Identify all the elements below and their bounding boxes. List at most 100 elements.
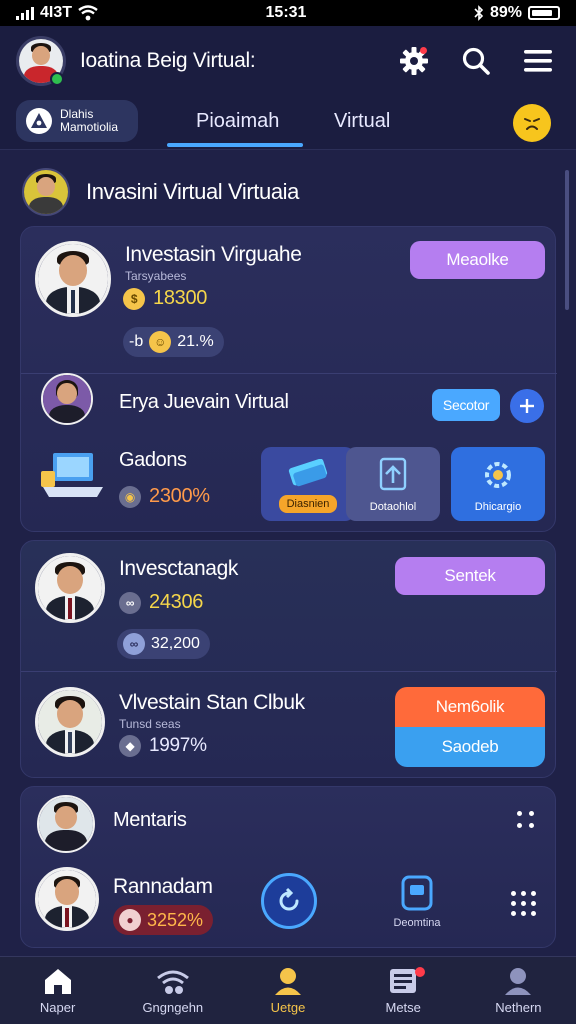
sector-button[interactable]: Secotor (432, 389, 500, 421)
investor-3-value: 1997% (149, 735, 207, 756)
documents-action[interactable]: Deomtina (387, 873, 447, 937)
nav-profile-label: Nethern (495, 1000, 542, 1015)
gadget-label: Gadons (119, 449, 187, 471)
nav-user-label: Uetge (270, 1000, 306, 1015)
nav-user[interactable]: Uetge (230, 957, 345, 1024)
tile-diasnien[interactable]: Diasnien (261, 447, 355, 521)
gadget-illustration (39, 447, 107, 503)
settings-button[interactable] (392, 39, 436, 83)
card-divider-2 (21, 671, 557, 672)
smile-coin-icon: ☺ (149, 331, 172, 353)
nav-home-label: Naper (39, 1000, 76, 1015)
tile-label-3: Dhicargio (474, 501, 522, 513)
nav-news-label: Metse (385, 1000, 421, 1015)
bottom-navigation: Naper Gngngehn Uetge Metse Nethern (0, 956, 576, 1024)
tile-dotaohlol[interactable]: Dotaohlol (346, 447, 440, 521)
mentee-value: 3252% (147, 909, 204, 930)
tile-dhicargio[interactable]: Dhicargio (451, 447, 545, 521)
investor-3-subtitle: Tunsd seas (119, 717, 181, 731)
tabs-row: Dlahis Mamotiolia Pioaimah Virtual (0, 96, 576, 150)
person-icon (505, 968, 532, 995)
investor-avatar (35, 241, 111, 317)
account-switcher[interactable]: Dlahis Mamotiolia (16, 100, 138, 142)
change-chip: -b ☺ 21.% (123, 327, 224, 357)
battery-icon (528, 6, 560, 20)
chip-value: 21.% (177, 333, 214, 350)
section-avatar (22, 168, 70, 216)
nembolik-button[interactable]: Nem6olik (395, 687, 545, 727)
sentek-button[interactable]: Sentek (395, 557, 545, 595)
chip-prefix: -b (129, 333, 144, 350)
balance-value: 18300 (153, 287, 208, 309)
mood-button[interactable] (513, 104, 551, 142)
nav-signal-label: Gngngehn (142, 1000, 204, 1015)
investor-2-chip: ∞ 32,200 (117, 629, 210, 659)
nav-home[interactable]: Naper (0, 957, 115, 1024)
app-header: Ioatina Beig Virtual: (0, 26, 576, 96)
sub-investor-name: Erya Juevain Virtual (119, 391, 289, 413)
primary-action-button[interactable]: Meaolke (410, 241, 545, 279)
app-title: Ioatina Beig Virtual: (80, 49, 256, 72)
menu-button[interactable] (516, 39, 560, 83)
carrier-label: 4I3T (40, 4, 73, 21)
mentee-value-chip: ● 3252% (113, 905, 214, 935)
nav-profile[interactable]: Nethern (461, 957, 576, 1024)
refresh-icon (279, 887, 299, 911)
investor-3-amount: ◆ 1997% (119, 735, 207, 757)
coin-icon: $ (123, 287, 145, 310)
investment-card-b: Invesctanagk ∞ 24306 ∞ 32,200 Sentek Vlv… (20, 540, 557, 778)
hamburger-menu-icon (524, 50, 552, 72)
link-coin-icon: ∞ (119, 591, 141, 614)
refresh-button[interactable] (261, 873, 317, 929)
investor-subtitle: Tarsyabees (125, 269, 187, 283)
investor-name: Investasin Virguahe (125, 243, 302, 266)
flame-coin-icon: ● (119, 909, 141, 931)
gadget-amount: ◉ 2300% (119, 485, 210, 508)
tile-label-2: Dotaohlol (369, 501, 417, 513)
section-header: Invasini Virtual Virtuaia (22, 164, 556, 220)
wifi-icon (156, 970, 189, 994)
gear-setting-icon (485, 462, 511, 488)
investor-2-avatar (35, 553, 105, 623)
battery-percent: 89% (489, 4, 522, 21)
investor-2-chip-value: 32,200 (151, 635, 200, 652)
nav-news[interactable]: Metse (346, 957, 461, 1024)
plus-icon (520, 399, 534, 413)
nav-signal[interactable]: Gngngehn (115, 957, 230, 1024)
status-bar: 4I3T 15:31 89% (0, 0, 576, 26)
balance-amount: $ 18300 (123, 287, 207, 310)
search-icon (462, 47, 490, 75)
tile-label-1: Diasnien (278, 495, 338, 513)
diamond-coin-icon: ◆ (119, 735, 141, 757)
bluetooth-icon (474, 5, 484, 21)
tab-primary[interactable]: Pioaimah (196, 110, 279, 133)
active-tab-indicator (167, 143, 303, 147)
card-stack-icon (288, 459, 328, 487)
online-status-dot (50, 72, 64, 86)
upload-icon (379, 457, 407, 491)
scrollbar[interactable] (565, 170, 569, 310)
account-line-2: Mamotiolia (60, 120, 119, 134)
more-options-icon[interactable] (517, 811, 534, 828)
mentee-avatar (35, 867, 99, 931)
section-title: Invasini Virtual Virtuaia (86, 179, 299, 204)
mentor-name: Mentaris (113, 809, 187, 831)
add-button[interactable] (510, 389, 544, 423)
news-badge (414, 967, 425, 977)
clock: 15:31 (265, 4, 307, 21)
investment-card-a: Investasin Virguahe Tarsyabees $ 18300 -… (20, 226, 557, 532)
gadget-value: 2300% (149, 485, 210, 507)
gadget-coin-icon: ◉ (119, 485, 141, 508)
search-button[interactable] (454, 39, 498, 83)
dual-action-button[interactable]: Nem6olik Saodeb (395, 687, 545, 767)
document-icon (401, 875, 433, 911)
grid-menu-icon[interactable] (511, 891, 536, 916)
tab-virtual[interactable]: Virtual (334, 110, 390, 133)
investor-2-amount: ∞ 24306 (119, 591, 203, 614)
chip-link-icon: ∞ (123, 633, 145, 655)
card-divider (21, 373, 557, 374)
home-icon (44, 969, 71, 994)
mentor-avatar (37, 795, 95, 853)
saodeb-button[interactable]: Saodeb (395, 727, 545, 767)
account-icon (26, 108, 52, 134)
